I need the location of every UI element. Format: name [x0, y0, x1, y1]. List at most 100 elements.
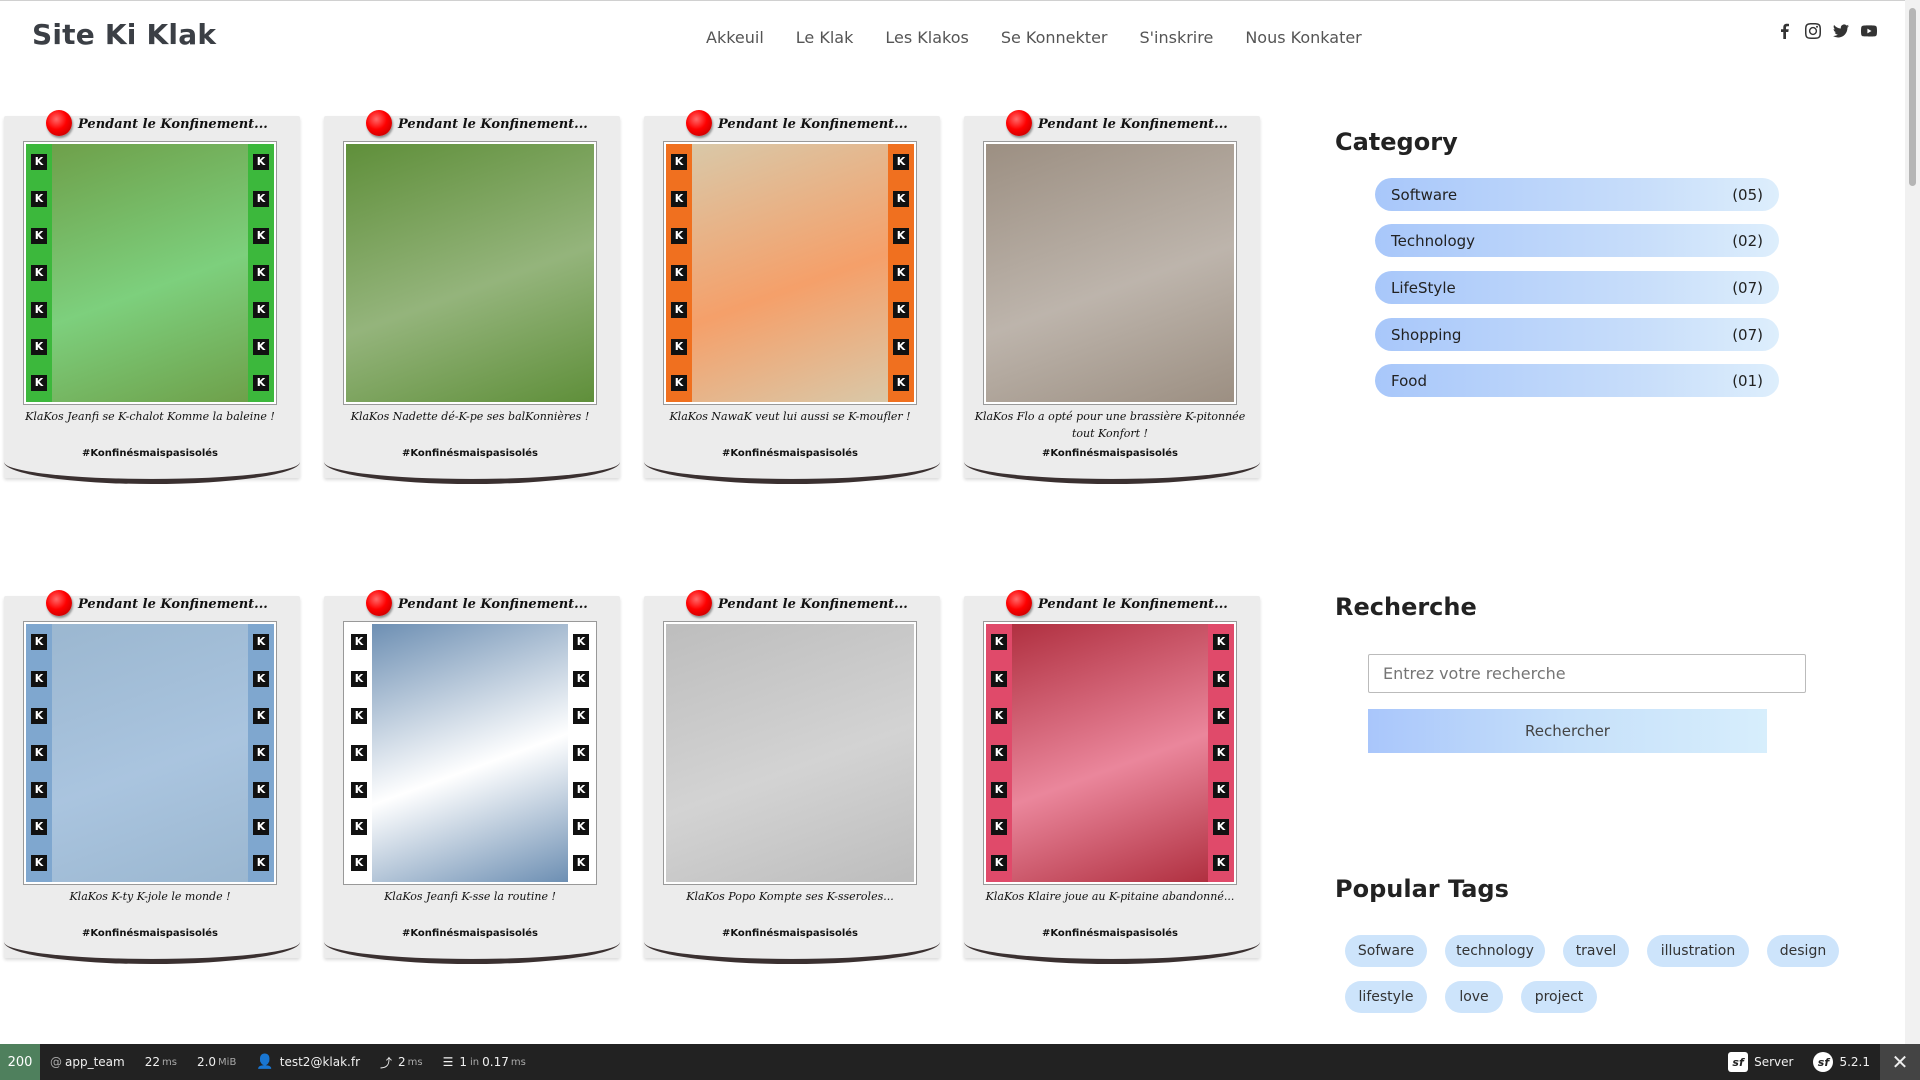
tag-project[interactable]: project [1521, 981, 1597, 1013]
card-photo[interactable]: K K K K K K K K K K K K K K [343, 621, 597, 885]
category-item-technology[interactable]: Technology (02) [1375, 224, 1779, 257]
k-badge-icon: K [31, 855, 47, 872]
ajax-unit: ms [407, 1056, 423, 1068]
tag-love[interactable]: love [1445, 981, 1503, 1013]
card-heading: Pendant le Konfinement... [78, 597, 268, 612]
klakos-card[interactable]: Pendant le Konfinement... K K K K K K K K K K K K K K K… [960, 590, 1260, 964]
card-photo[interactable] [983, 141, 1237, 405]
k-badge-icon: K [573, 708, 589, 725]
pushpin-icon [1006, 110, 1032, 136]
nav-nous-konkater[interactable]: Nous Konkater [1229, 28, 1377, 47]
film-strip: K K K K K K K [1208, 624, 1234, 882]
user-item[interactable]: 👤 test2@klak.fr [246, 1044, 370, 1080]
k-badge-icon: K [1213, 855, 1229, 872]
card-photo[interactable]: K K K K K K K K K K K K K K [23, 141, 277, 405]
ajax-value: 2 [398, 1055, 406, 1069]
db-item[interactable]: ☰ 1 in 0.17 ms [433, 1044, 536, 1080]
close-icon[interactable]: ✕ [1880, 1044, 1920, 1080]
klakos-card[interactable]: Pendant le Konfinement... KlaKos Popo Kom… [640, 590, 940, 964]
klakos-card[interactable]: Pendant le Konfinement... K K K K K K K K K K K K K K K… [640, 110, 940, 484]
k-badge-icon: K [31, 191, 47, 208]
site-brand[interactable]: Site Ki Klak [32, 18, 216, 51]
k-badge-icon: K [31, 154, 47, 171]
nav-le-klak[interactable]: Le Klak [780, 28, 870, 47]
k-badge-icon: K [351, 818, 367, 835]
k-badge-icon: K [31, 375, 47, 392]
k-badge-icon: K [253, 818, 269, 835]
pushpin-icon [46, 590, 72, 616]
klakos-card[interactable]: Pendant le Konfinement... K K K K K K K K K K K K K K K… [0, 110, 300, 484]
category-label: LifeStyle [1391, 278, 1456, 297]
film-strip: K K K K K K K [986, 624, 1012, 882]
card-photo[interactable] [343, 141, 597, 405]
klakos-card[interactable]: Pendant le Konfinement... K K K K K K K K K K K K K K K… [0, 590, 300, 964]
photo-scene [52, 144, 248, 402]
server-item[interactable]: sf Server [1718, 1044, 1803, 1080]
tag-lifestyle[interactable]: lifestyle [1345, 981, 1427, 1013]
scrollbar-thumb[interactable] [1909, 8, 1916, 186]
k-badge-icon: K [671, 338, 687, 355]
film-strip: K K K K K K K [248, 144, 274, 402]
card-photo[interactable]: K K K K K K K K K K K K K K [23, 621, 277, 885]
tag-sofware[interactable]: Sofware [1345, 935, 1427, 967]
card-photo[interactable] [663, 621, 917, 885]
nav-les-klakos[interactable]: Les Klakos [869, 28, 984, 47]
nav-sinskrire[interactable]: S'inskrire [1123, 28, 1229, 47]
facebook-icon[interactable] [1776, 22, 1794, 40]
k-badge-icon: K [31, 781, 47, 798]
nav-akkeuil[interactable]: Akkeuil [690, 28, 780, 47]
category-label: Technology [1391, 231, 1476, 250]
search-input[interactable] [1368, 654, 1806, 693]
category-count: (05) [1732, 185, 1763, 204]
k-badge-icon: K [253, 708, 269, 725]
nav-se-konnekter[interactable]: Se Konnekter [985, 28, 1124, 47]
page-scrollbar[interactable] [1905, 0, 1920, 1044]
card-curl-shadow [324, 462, 620, 484]
db-time: 0.17 [482, 1055, 509, 1069]
ajax-item[interactable]: ⤴ 2 ms [370, 1044, 433, 1080]
search-button[interactable]: Rechercher [1368, 709, 1767, 753]
k-badge-icon: K [893, 264, 909, 281]
card-photo[interactable]: K K K K K K K K K K K K K K [983, 621, 1237, 885]
k-badge-icon: K [573, 744, 589, 761]
k-badge-icon: K [573, 671, 589, 688]
youtube-icon[interactable] [1860, 22, 1878, 40]
k-badge-icon: K [253, 744, 269, 761]
card-caption: KlaKos Nadette dé-K-pe ses balKonnières … [350, 410, 590, 423]
k-badge-icon: K [991, 708, 1007, 725]
tag-illustration[interactable]: illustration [1647, 935, 1749, 967]
card-hashtag: #Konfinésmaispasisolés [401, 928, 539, 939]
tag-travel[interactable]: travel [1563, 935, 1629, 967]
category-item-lifestyle[interactable]: LifeStyle (07) [1375, 271, 1779, 304]
category-label: Software [1391, 185, 1458, 204]
version-item[interactable]: sf 5.2.1 [1803, 1044, 1880, 1080]
card-heading: Pendant le Konfinement... [78, 117, 268, 132]
status-code[interactable]: 200 [0, 1044, 40, 1080]
film-strip: K K K K K K K [26, 624, 52, 882]
pushpin-icon [46, 110, 72, 136]
instagram-icon[interactable] [1804, 22, 1822, 40]
tag-technology[interactable]: technology [1445, 935, 1545, 967]
klakos-card[interactable]: Pendant le Konfinement... KlaKos Nadette … [320, 110, 620, 484]
tag-design[interactable]: design [1767, 935, 1839, 967]
card-heading: Pendant le Konfinement... [718, 117, 908, 132]
klakos-card[interactable]: Pendant le Konfinement... K K K K K K K K K K K K K K K… [320, 590, 620, 964]
memory-item[interactable]: 2.0 MiB [187, 1044, 246, 1080]
k-badge-icon: K [253, 264, 269, 281]
klakos-card[interactable]: Pendant le Konfinement... KlaKos Flo a op… [960, 110, 1260, 484]
twitter-icon[interactable] [1832, 22, 1850, 40]
category-item-software[interactable]: Software (05) [1375, 178, 1779, 211]
server-label: Server [1754, 1055, 1794, 1069]
k-badge-icon: K [893, 228, 909, 245]
card-curl-shadow [644, 942, 940, 964]
k-badge-icon: K [31, 671, 47, 688]
category-item-food[interactable]: Food (01) [1375, 364, 1779, 397]
k-badge-icon: K [893, 301, 909, 318]
card-caption: KlaKos Jeanfi se K-chalot Komme la balei… [25, 410, 275, 423]
time-item[interactable]: 22 ms [135, 1044, 187, 1080]
route-item[interactable]: @ app_team [40, 1044, 135, 1080]
card-photo[interactable]: K K K K K K K K K K K K K K [663, 141, 917, 405]
k-badge-icon: K [1213, 671, 1229, 688]
category-item-shopping[interactable]: Shopping (07) [1375, 318, 1779, 351]
k-badge-icon: K [1213, 744, 1229, 761]
